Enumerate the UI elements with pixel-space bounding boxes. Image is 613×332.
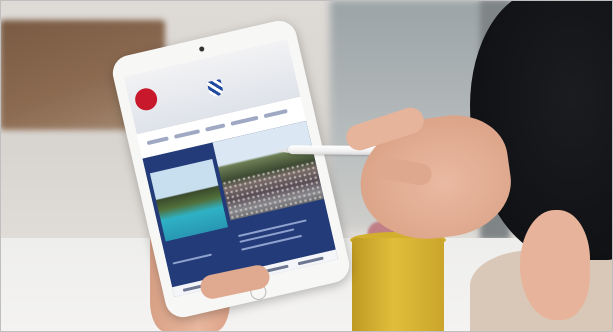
card-caption [171, 243, 229, 256]
caption-line [241, 234, 303, 251]
yellow-cup [352, 238, 444, 332]
footer-link[interactable] [297, 256, 324, 266]
logo-crest-icon [206, 79, 225, 98]
tablet-screen[interactable] [123, 39, 339, 298]
logo-mark-icon [132, 86, 160, 113]
photo-scene [0, 0, 613, 332]
caption-line [239, 228, 295, 243]
caption-line [172, 253, 212, 265]
nav-item[interactable] [230, 115, 259, 126]
nav-item[interactable] [205, 123, 226, 132]
nav-item[interactable] [173, 129, 201, 139]
nav-item[interactable] [146, 136, 169, 146]
tablet-camera-icon [198, 46, 205, 53]
crowd-texture [221, 159, 325, 221]
lake-photo [149, 158, 229, 242]
person-ear [520, 210, 590, 320]
nav-item[interactable] [263, 108, 288, 119]
